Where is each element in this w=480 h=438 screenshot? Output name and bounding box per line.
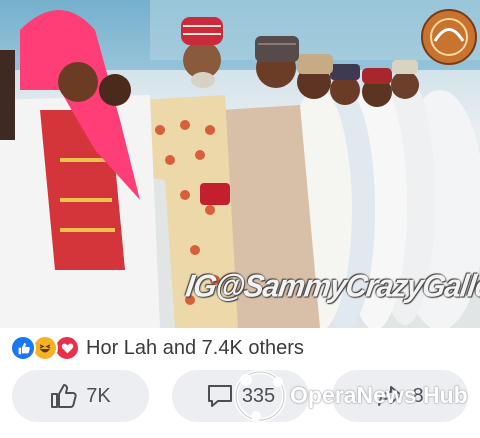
opera-news-brand: OperaNews Hub — [290, 382, 468, 408]
comment-count: 335 — [241, 384, 276, 407]
post-photo[interactable]: IG@SammyCrazyGallery — [0, 0, 480, 328]
gallery-logo — [420, 8, 478, 66]
like-button[interactable]: 7K — [12, 370, 149, 422]
like-count: 7K — [86, 384, 111, 407]
comment-button[interactable]: 335 — [172, 370, 309, 422]
reaction-summary-text[interactable]: Hor Lah and 7.4K others — [86, 337, 304, 360]
image-watermark: IG@SammyCrazyGallery — [183, 269, 480, 304]
thumbs-up-icon — [50, 383, 78, 409]
comment-icon — [206, 383, 234, 409]
reactions-summary[interactable]: Hor Lah and 7.4K others — [10, 333, 304, 363]
like-icon — [10, 335, 36, 361]
